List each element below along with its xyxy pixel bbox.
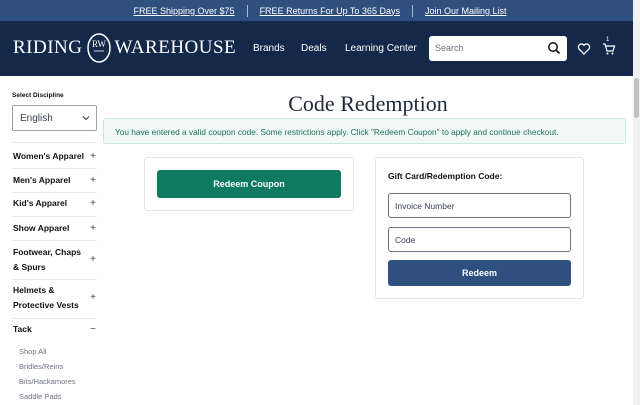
logo-monogram: RW (91, 39, 106, 49)
cart-icon[interactable] (602, 42, 616, 56)
sidebar-item-tack[interactable]: Tack − (13, 322, 97, 337)
promo-bar: FREE Shipping Over $75 FREE Returns For … (0, 0, 640, 21)
site-logo[interactable]: Riding RW Warehouse (13, 31, 236, 65)
sidebar-item-womens-apparel[interactable]: Women's Apparel + (13, 149, 97, 164)
tack-shop-all-link[interactable]: Shop All (19, 347, 47, 356)
page-title: Code Redemption (288, 91, 448, 116)
nav-deals[interactable]: Deals (301, 21, 327, 76)
divider (12, 168, 97, 169)
sidebar-item-mens-apparel[interactable]: Men's Apparel + (13, 173, 97, 188)
coupon-alert: You have entered a valid coupon code. So… (103, 118, 626, 144)
search-icon[interactable] (547, 41, 561, 55)
tack-bits-link[interactable]: Bits/Hackamores (19, 377, 76, 386)
expand-icon[interactable]: + (90, 221, 96, 236)
tack-bridles-link[interactable]: Bridles/Reins (19, 362, 63, 371)
chevron-down-icon (82, 116, 90, 121)
logo-word-riding: Riding (13, 37, 83, 58)
nav-learning-center[interactable]: Learning Center (345, 21, 417, 76)
sidebar-item-footwear[interactable]: Footwear, Chaps & Spurs + (13, 245, 96, 275)
expand-icon[interactable]: + (90, 252, 96, 267)
scrollbar-thumb[interactable] (634, 78, 639, 118)
expand-icon[interactable]: + (90, 196, 96, 211)
free-shipping-link[interactable]: FREE Shipping Over $75 (122, 6, 247, 16)
tack-saddle-pads-link[interactable]: Saddle Pads (19, 392, 62, 401)
logo-emblem-icon: RW (86, 33, 111, 63)
sidebar: Select Discipline English Women's Appare… (0, 76, 100, 405)
code-field[interactable] (388, 227, 571, 252)
mailing-list-link[interactable]: Join Our Mailing List (413, 6, 519, 16)
logo-word-warehouse: Warehouse (114, 37, 237, 58)
expand-icon[interactable]: + (90, 149, 96, 164)
collapse-icon[interactable]: − (90, 322, 96, 337)
discipline-label: Select Discipline (12, 92, 64, 99)
redeem-button[interactable]: Redeem (388, 260, 571, 286)
sidebar-item-kids-apparel[interactable]: Kid's Apparel + (13, 196, 97, 211)
divider (12, 318, 97, 319)
site-header: Riding RW Warehouse Brands Deals Learnin… (0, 21, 633, 76)
alert-message: You have entered a valid coupon code. So… (115, 127, 559, 137)
discipline-value: English (20, 113, 53, 124)
search-placeholder: Search (435, 43, 464, 53)
divider (12, 142, 97, 143)
divider (12, 279, 97, 280)
page-scrollbar[interactable] (633, 0, 640, 405)
expand-icon[interactable]: + (90, 290, 96, 305)
heart-icon[interactable] (577, 42, 591, 56)
expand-icon[interactable]: + (90, 173, 96, 188)
divider (12, 216, 97, 217)
free-returns-link[interactable]: FREE Returns For Up To 365 Days (248, 6, 412, 16)
divider (12, 240, 97, 241)
invoice-number-input[interactable] (389, 194, 570, 217)
invoice-number-field[interactable] (388, 193, 571, 218)
redeem-coupon-button[interactable]: Redeem Coupon (157, 170, 341, 198)
gift-card-label: Gift Card/Redemption Code: (388, 171, 503, 181)
discipline-select[interactable]: English (12, 105, 97, 131)
search-input[interactable]: Search (429, 36, 567, 61)
sidebar-item-helmets[interactable]: Helmets & Protective Vests + (13, 283, 96, 313)
code-input[interactable] (389, 228, 570, 251)
nav-brands[interactable]: Brands (253, 21, 285, 76)
sidebar-item-show-apparel[interactable]: Show Apparel + (13, 221, 97, 236)
divider (12, 192, 97, 193)
